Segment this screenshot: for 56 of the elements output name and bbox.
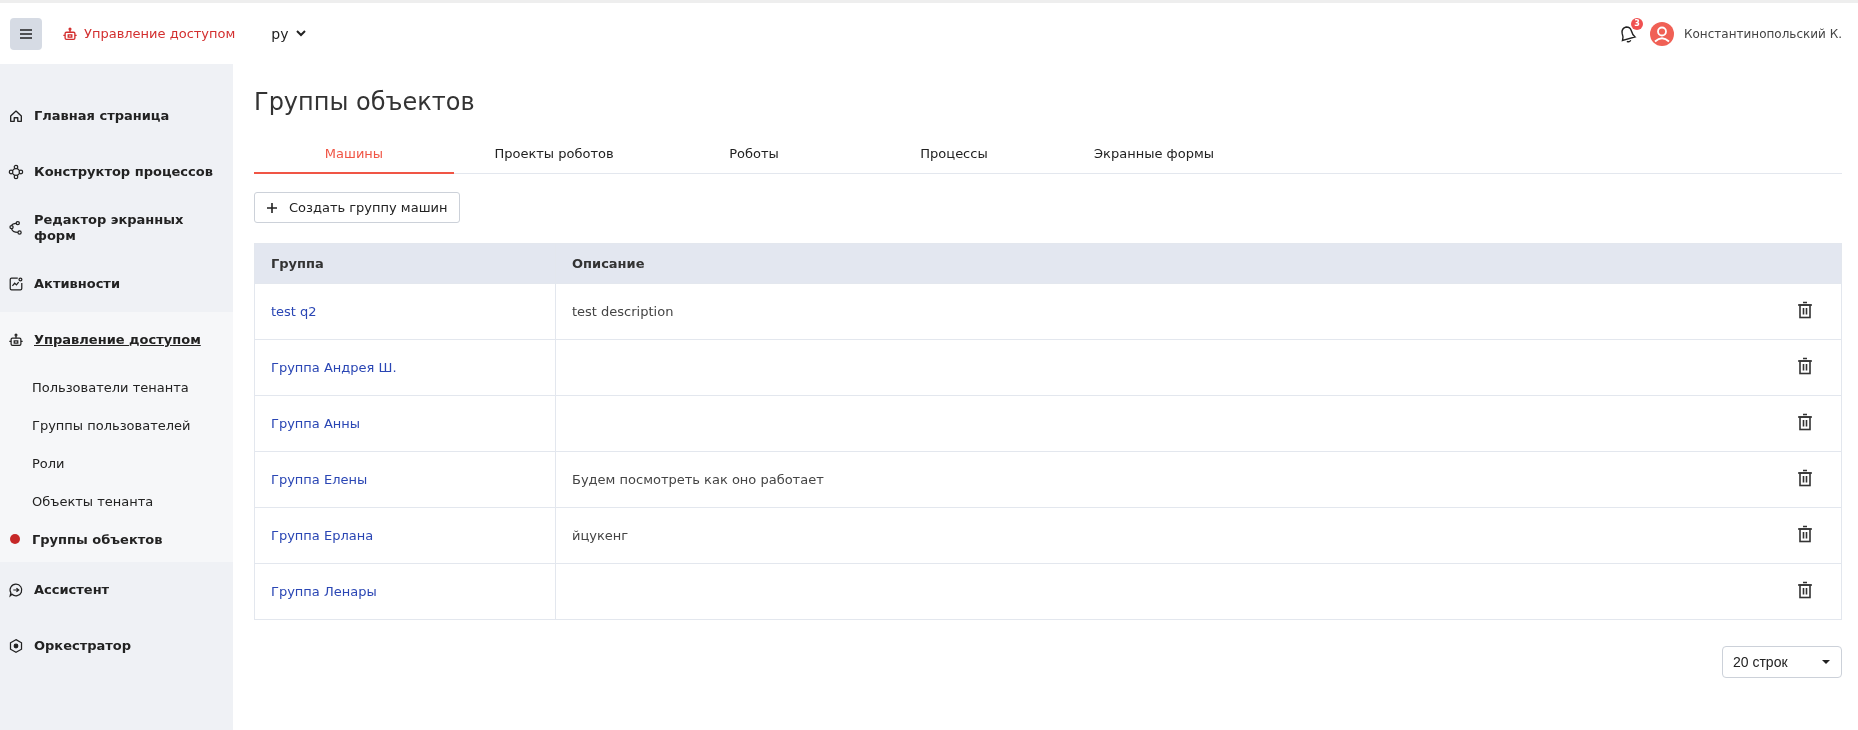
nodes-icon (8, 220, 24, 236)
sidebar-item[interactable]: Конструктор процессов (0, 144, 233, 200)
plus-icon (267, 202, 277, 213)
caret-icon (1821, 659, 1831, 665)
tab[interactable]: Экранные формы (1054, 134, 1254, 174)
delete-icon[interactable] (1797, 469, 1813, 487)
delete-icon[interactable] (1797, 581, 1813, 599)
sidebar-item[interactable]: Управление доступом (0, 312, 233, 368)
robot-icon (62, 25, 78, 42)
chat-icon (8, 582, 24, 598)
column-header: Группа (254, 243, 556, 284)
user-name[interactable]: Константинопольский К. (1684, 26, 1842, 41)
group-link[interactable]: test q2 (271, 304, 317, 319)
tab[interactable]: Машины (254, 134, 454, 174)
description-cell: Будем посмотреть как оно работает (572, 472, 824, 487)
group-link[interactable]: Группа Елены (271, 472, 368, 487)
group-link[interactable]: Группа Ленары (271, 584, 377, 599)
sidebar-subitem[interactable]: Роли (32, 455, 65, 471)
page-title: Группы объектов (254, 88, 476, 116)
delete-icon[interactable] (1797, 525, 1813, 543)
chart-icon (8, 276, 24, 292)
tab[interactable]: Проекты роботов (454, 134, 654, 174)
group-link[interactable]: Группа Ерлана (271, 528, 374, 543)
nodes-icon (8, 164, 24, 180)
delete-icon[interactable] (1797, 357, 1813, 375)
sidebar-subitem[interactable]: Объекты тенанта (32, 493, 154, 509)
create-group-button[interactable]: Создать группу машин (254, 192, 461, 223)
column-header: Описание (555, 243, 1842, 284)
home-icon (8, 108, 24, 124)
language-select[interactable]: ру (265, 24, 313, 43)
rows-per-page-select[interactable]: 20 строк (1722, 646, 1842, 678)
menu-icon (20, 28, 32, 39)
notification-badge: 3 (1631, 17, 1643, 30)
robot-icon (8, 332, 24, 348)
menu-button[interactable] (10, 17, 42, 50)
delete-icon[interactable] (1797, 413, 1813, 431)
sidebar-item[interactable]: Редактор экранных форм (0, 200, 233, 256)
delete-icon[interactable] (1797, 301, 1813, 319)
chevron-icon (296, 30, 307, 37)
sidebar-item[interactable]: Главная страница (0, 88, 233, 144)
sidebar-subitem[interactable]: Группы объектов (32, 531, 163, 547)
group-link[interactable]: Группа Анны (271, 416, 361, 431)
description-cell: йцукенг (572, 528, 629, 543)
sidebar-item[interactable]: Оркестратор (0, 618, 233, 674)
group-link[interactable]: Группа Андрея Ш. (271, 360, 397, 375)
sidebar-subitem[interactable]: Пользователи тенанта (32, 379, 189, 395)
tab[interactable]: Роботы (654, 134, 854, 174)
sidebar-item[interactable]: Ассистент (0, 562, 233, 618)
tab[interactable]: Процессы (854, 134, 1054, 174)
section-title: Управление доступом (84, 26, 236, 41)
sidebar-subitem[interactable]: Группы пользователей (32, 417, 191, 433)
hexagon-icon (8, 638, 24, 654)
active-dot (10, 534, 20, 544)
avatar-icon[interactable] (1650, 21, 1674, 46)
description-cell: test description (572, 304, 674, 319)
sidebar-item[interactable]: Активности (0, 256, 233, 312)
